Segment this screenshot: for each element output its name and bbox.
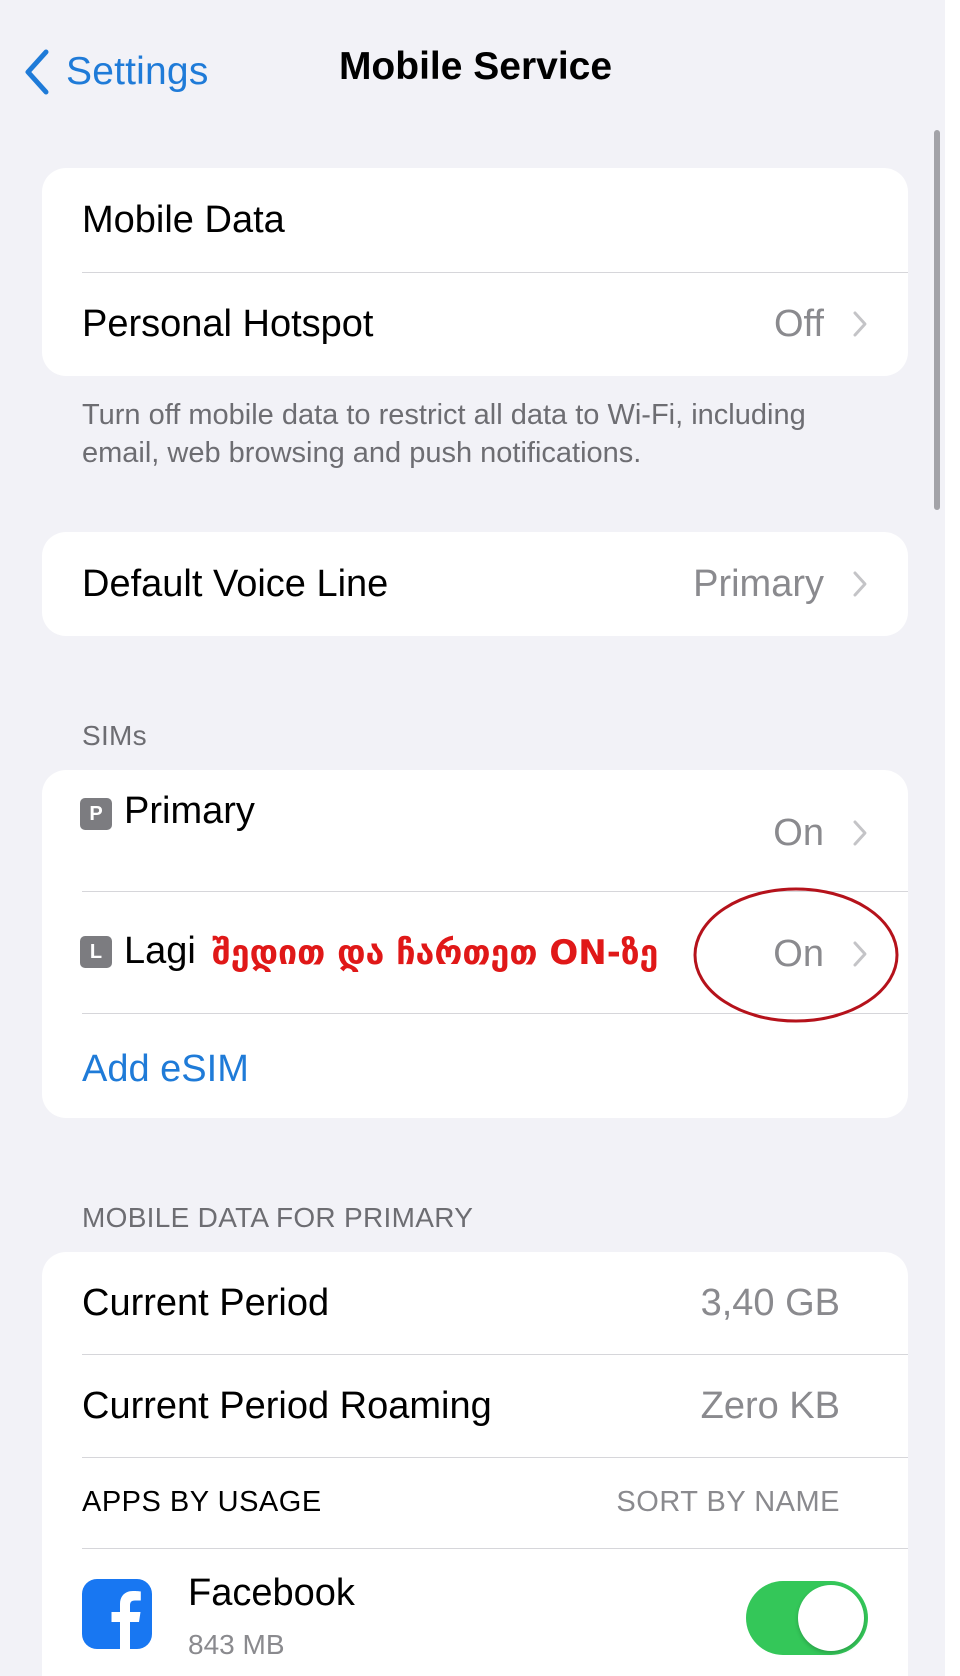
toggle-knob — [798, 1585, 864, 1651]
apps-by-usage-label: APPS BY USAGE — [82, 1486, 322, 1518]
sort-by-name-button[interactable]: SORT BY NAME — [616, 1486, 840, 1519]
default-voice-line-value: Primary — [693, 563, 824, 605]
sim-lagi-status: On — [773, 933, 824, 975]
sim-primary-status: On — [773, 812, 824, 854]
personal-hotspot-value: Off — [774, 303, 824, 345]
mobile-data-group: Mobile Data Personal Hotspot Off — [42, 168, 908, 376]
app-row-facebook: Facebook 843 MB — [42, 1549, 908, 1676]
sim-primary-label: Primary — [124, 790, 255, 832]
facebook-icon — [82, 1579, 152, 1649]
sim-badge-lagi: L — [80, 936, 112, 968]
default-voice-line-row[interactable]: Default Voice Line Primary — [42, 532, 908, 636]
current-period-roaming-value: Zero KB — [700, 1385, 840, 1427]
sims-group: P Primary On L Lagi შედით და ჩართეთ ON-ზ… — [42, 770, 908, 1118]
scrollbar[interactable] — [934, 130, 940, 510]
sim-lagi-row[interactable]: L Lagi შედით და ჩართეთ ON-ზე On — [42, 892, 908, 1013]
sim-lagi-label: Lagi — [124, 930, 196, 972]
default-voice-line-label: Default Voice Line — [82, 563, 389, 605]
page-title: Mobile Service — [338, 45, 613, 88]
personal-hotspot-row[interactable]: Personal Hotspot Off — [42, 273, 908, 376]
add-esim-row[interactable]: Add eSIM — [42, 1014, 908, 1118]
app-usage: 843 MB — [188, 1629, 285, 1660]
sims-section-header: SIMs — [82, 720, 147, 751]
chevron-right-icon — [853, 941, 867, 967]
voice-line-group: Default Voice Line Primary — [42, 532, 908, 636]
mobile-data-footnote: Turn off mobile data to restrict all dat… — [82, 399, 806, 469]
current-period-label: Current Period — [82, 1282, 330, 1324]
app-name: Facebook — [188, 1572, 355, 1614]
sim-primary-row[interactable]: P Primary On — [42, 770, 908, 891]
personal-hotspot-label: Personal Hotspot — [82, 303, 374, 345]
current-period-value: 3,40 GB — [700, 1282, 840, 1324]
chevron-right-icon — [853, 820, 867, 846]
navigation-bar: Settings Mobile Service — [0, 0, 945, 140]
mobile-data-primary-group: Current Period 3,40 GB Current Period Ro… — [42, 1252, 908, 1676]
current-period-roaming-row: Current Period Roaming Zero KB — [42, 1355, 908, 1457]
apps-by-usage-row: APPS BY USAGE SORT BY NAME — [42, 1458, 908, 1548]
mobile-data-primary-header: MOBILE DATA FOR PRIMARY — [82, 1202, 474, 1233]
mobile-service-screen: Settings Mobile Service Mobile Data Pers… — [0, 0, 945, 1676]
sim-badge-primary: P — [80, 798, 112, 830]
current-period-roaming-label: Current Period Roaming — [82, 1385, 492, 1427]
mobile-data-row[interactable]: Mobile Data — [42, 168, 908, 272]
chevron-right-icon — [853, 311, 867, 337]
facebook-data-toggle[interactable] — [746, 1581, 868, 1655]
instruction-annotation: შედით და ჩართეთ ON-ზე — [212, 933, 659, 973]
add-esim-link[interactable]: Add eSIM — [82, 1048, 249, 1091]
mobile-data-label: Mobile Data — [82, 199, 285, 241]
chevron-right-icon — [853, 571, 867, 597]
current-period-row: Current Period 3,40 GB — [42, 1252, 908, 1354]
